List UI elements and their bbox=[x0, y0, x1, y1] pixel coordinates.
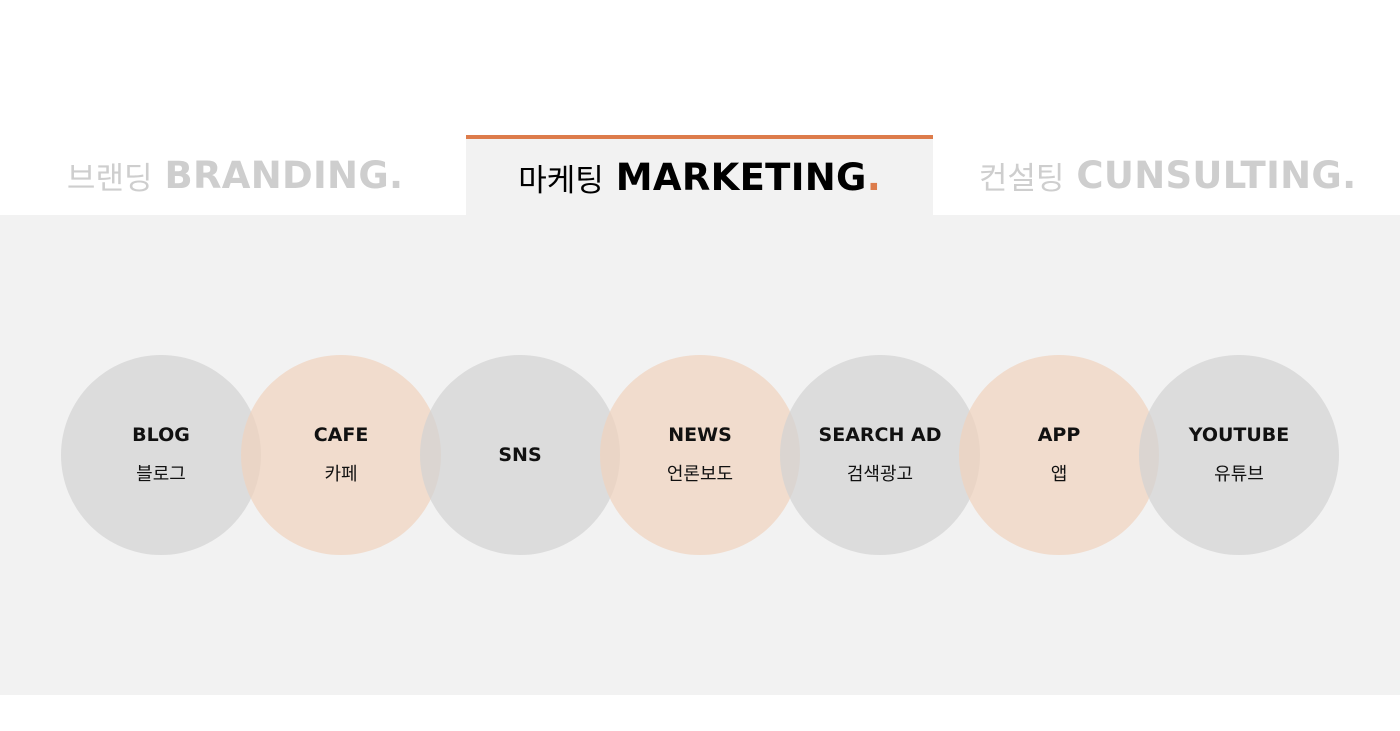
service-label-english: CAFE bbox=[313, 424, 369, 446]
tab-label-korean: 마케팅 bbox=[518, 162, 604, 199]
service-label-english: APP bbox=[1037, 424, 1081, 446]
service-circle-sns[interactable]: SNS bbox=[420, 355, 620, 555]
service-label-korean: 언론보도 bbox=[666, 464, 734, 485]
service-label-english: SEARCH AD bbox=[818, 424, 942, 446]
service-label-english: SNS bbox=[498, 444, 542, 466]
service-circle-blog[interactable]: BLOG 블로그 bbox=[61, 355, 261, 555]
marketing-panel: BLOG 블로그 CAFE 카페 SNS NEWS 언론보도 SEARCH AD… bbox=[0, 215, 1400, 695]
tab-dot: . bbox=[389, 153, 404, 197]
service-circle-youtube[interactable]: YOUTUBE 유튜브 bbox=[1139, 355, 1339, 555]
service-circle-search-ad[interactable]: SEARCH AD 검색광고 bbox=[780, 355, 980, 555]
service-circle-news[interactable]: NEWS 언론보도 bbox=[600, 355, 800, 555]
tab-label-english: BRANDING bbox=[164, 153, 389, 197]
service-label-english: YOUTUBE bbox=[1188, 424, 1290, 446]
tab-consulting[interactable]: 컨설팅 CUNSULTING. bbox=[955, 135, 1380, 215]
service-label-english: BLOG bbox=[132, 424, 190, 446]
service-label-korean: 앱 bbox=[1050, 464, 1068, 485]
service-circle-app[interactable]: APP 앱 bbox=[959, 355, 1159, 555]
service-circle-cafe[interactable]: CAFE 카페 bbox=[241, 355, 441, 555]
tab-label-english: CUNSULTING bbox=[1076, 153, 1343, 197]
service-label-korean: 블로그 bbox=[136, 464, 186, 485]
service-label-korean: 카페 bbox=[324, 464, 358, 485]
tab-label-english: MARKETING bbox=[615, 155, 867, 199]
tab-label-korean: 컨설팅 bbox=[978, 160, 1065, 197]
tab-dot: . bbox=[1342, 153, 1357, 197]
service-label-korean: 유튜브 bbox=[1214, 464, 1264, 485]
tab-branding[interactable]: 브랜딩 BRANDING. bbox=[40, 135, 430, 215]
category-tabs: 브랜딩 BRANDING. 마케팅 MARKETING. 컨설팅 CUNSULT… bbox=[0, 135, 1400, 215]
tab-label-korean: 브랜딩 bbox=[66, 160, 153, 197]
tab-dot: . bbox=[866, 155, 881, 199]
service-label-korean: 검색광고 bbox=[846, 464, 914, 485]
service-label-english: NEWS bbox=[668, 424, 732, 446]
tab-marketing[interactable]: 마케팅 MARKETING. bbox=[466, 135, 933, 215]
